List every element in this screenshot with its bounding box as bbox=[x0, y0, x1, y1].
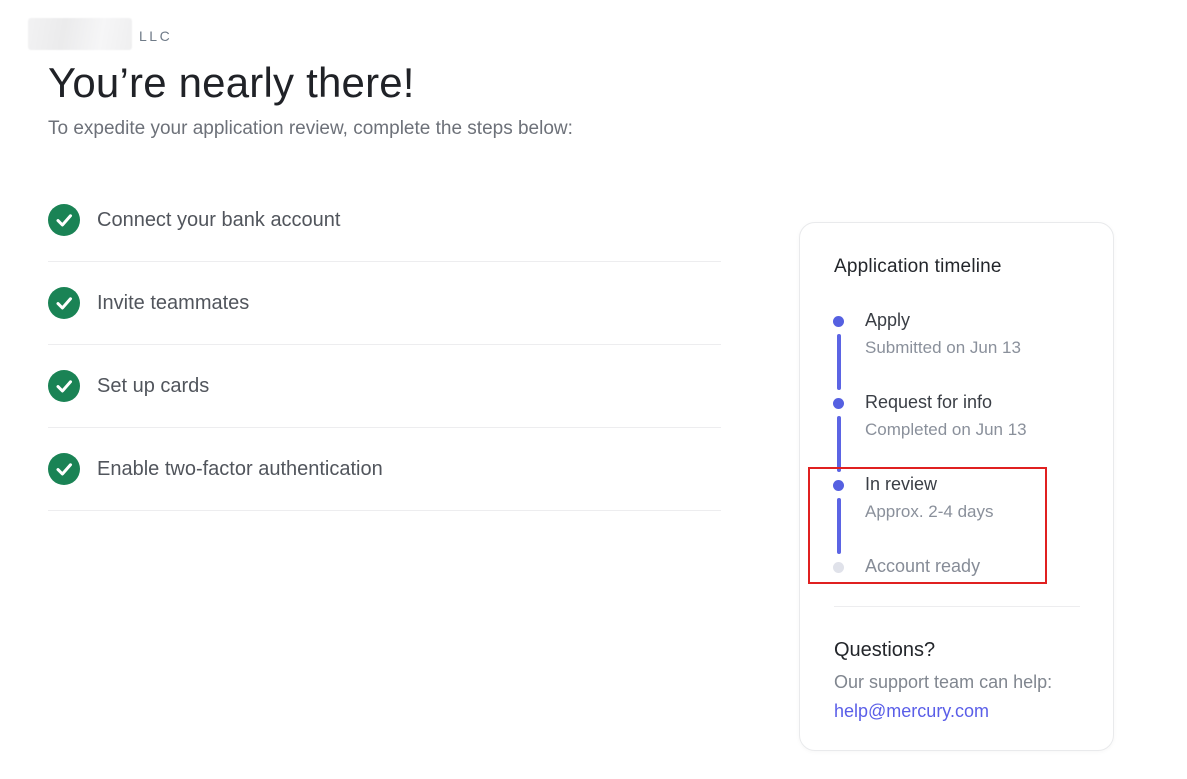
timeline-step-sublabel: Approx. 2-4 days bbox=[865, 502, 994, 521]
checklist-item-label: Set up cards bbox=[97, 375, 210, 397]
checklist-item-two-factor[interactable]: Enable two-factor authentication bbox=[48, 428, 721, 511]
page-title: You’re nearly there! bbox=[48, 59, 415, 106]
checklist-item-connect-bank[interactable]: Connect your bank account bbox=[48, 179, 721, 262]
timeline-dot-active-icon bbox=[833, 480, 844, 491]
timeline-step-sublabel: Completed on Jun 13 bbox=[865, 420, 1027, 439]
check-circle-icon bbox=[48, 204, 80, 236]
brand-header: LLC bbox=[28, 18, 172, 50]
timeline-step-account-ready: Account ready bbox=[833, 555, 1073, 577]
timeline-step-label: Apply bbox=[865, 310, 911, 330]
timeline-step-label: Request for info bbox=[865, 392, 993, 412]
check-circle-icon bbox=[48, 287, 80, 319]
company-suffix-label: LLC bbox=[139, 28, 173, 44]
timeline-step-label: Account ready bbox=[865, 556, 981, 576]
checklist-item-setup-cards[interactable]: Set up cards bbox=[48, 345, 721, 428]
timeline-step-sublabel: Submitted on Jun 13 bbox=[865, 338, 1021, 357]
checklist-item-invite-teammates[interactable]: Invite teammates bbox=[48, 262, 721, 345]
card-footer: Questions? Our support team can help: he… bbox=[834, 606, 1080, 722]
checklist-item-label: Invite teammates bbox=[97, 292, 250, 314]
timeline-step-label: In review bbox=[865, 474, 938, 494]
checklist-item-label: Connect your bank account bbox=[97, 209, 341, 231]
application-timeline-card: Application timeline Apply Submitted on … bbox=[799, 222, 1114, 751]
onboarding-checklist: Connect your bank account Invite teammat… bbox=[48, 179, 721, 511]
timeline-step-apply: Apply Submitted on Jun 13 bbox=[833, 309, 1073, 391]
checklist-item-label: Enable two-factor authentication bbox=[97, 458, 383, 480]
timeline-dot-pending-icon bbox=[833, 562, 844, 573]
timeline-step-request-info: Request for info Completed on Jun 13 bbox=[833, 391, 1073, 473]
check-circle-icon bbox=[48, 370, 80, 402]
support-email-link[interactable]: help@mercury.com bbox=[834, 700, 989, 722]
onboarding-page: LLC You’re nearly there! To expedite you… bbox=[0, 0, 1187, 779]
page-subtitle: To expedite your application review, com… bbox=[48, 118, 573, 139]
timeline-connector-line bbox=[837, 334, 841, 390]
timeline-dot-done-icon bbox=[833, 398, 844, 409]
timeline-card-title: Application timeline bbox=[834, 256, 1002, 277]
timeline-step-in-review: In review Approx. 2-4 days bbox=[833, 473, 1073, 555]
timeline-dot-done-icon bbox=[833, 316, 844, 327]
timeline-connector-line bbox=[837, 416, 841, 472]
timeline-connector-line bbox=[837, 498, 841, 554]
application-timeline: Apply Submitted on Jun 13 Request for in… bbox=[833, 309, 1073, 577]
card-divider bbox=[834, 606, 1080, 607]
check-circle-icon bbox=[48, 453, 80, 485]
company-name-redacted bbox=[28, 18, 132, 50]
questions-body: Our support team can help: bbox=[834, 672, 1053, 692]
questions-heading: Questions? bbox=[834, 639, 936, 661]
